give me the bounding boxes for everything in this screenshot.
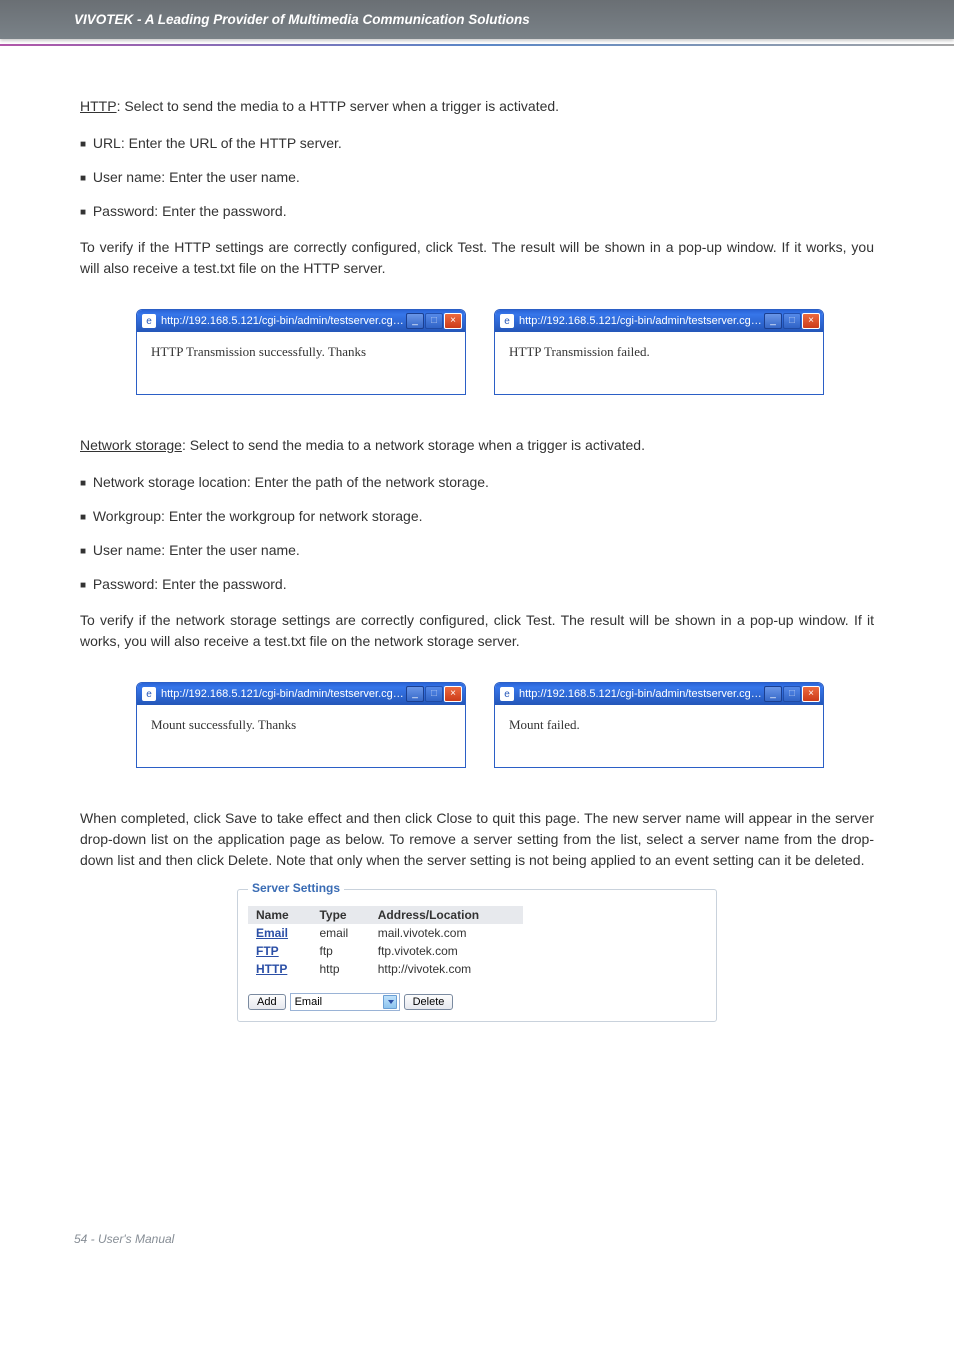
table-row: Email email mail.vivotek.com [248,924,523,942]
maximize-button[interactable]: □ [425,313,443,329]
http-success-window: e http://192.168.5.121/cgi-bin/admin/tes… [136,309,466,395]
window-titlebar[interactable]: e http://192.168.5.121/cgi-bin/admin/tes… [137,310,465,332]
http-pass-text: Password: Enter the password. [93,203,287,219]
close-button[interactable]: × [802,686,820,702]
page-footer: 54 - User's Manual [0,1222,954,1266]
ns-pass-text: Password: Enter the password. [93,576,287,592]
header-title: VIVOTEK - A Leading Provider of Multimed… [74,12,530,27]
maximize-button[interactable]: □ [425,686,443,702]
ns-wg-item: Workgroup: Enter the workgroup for netwo… [80,508,874,524]
save-paragraph: When completed, click Save to take effec… [80,808,874,871]
server-location: http://vivotek.com [370,960,523,978]
maximize-button[interactable]: □ [783,686,801,702]
ie-icon: e [500,687,514,701]
server-settings-legend: Server Settings [248,881,344,895]
http-popup-row: e http://192.168.5.121/cgi-bin/admin/tes… [80,297,874,407]
window-title: http://192.168.5.121/cgi-bin/admin/tests… [161,315,406,327]
ns-user-item: User name: Enter the user name. [80,542,874,558]
server-link-http[interactable]: HTTP [256,962,287,976]
window-body: Mount failed. [495,705,823,767]
maximize-button[interactable]: □ [783,313,801,329]
http-url-text: URL: Enter the URL of the HTTP server. [93,135,342,151]
ns-heading: Network storage [80,437,182,453]
minimize-button[interactable]: _ [406,686,424,702]
server-select-wrap: Email [290,992,400,1011]
window-title: http://192.168.5.121/cgi-bin/admin/tests… [519,315,764,327]
window-title: http://192.168.5.121/cgi-bin/admin/tests… [519,688,764,700]
http-heading: HTTP [80,98,117,114]
col-type: Type [311,906,369,924]
close-button[interactable]: × [444,686,462,702]
col-name: Name [248,906,311,924]
header-bar: VIVOTEK - A Leading Provider of Multimed… [0,0,954,39]
server-select[interactable]: Email [290,993,400,1011]
window-title: http://192.168.5.121/cgi-bin/admin/tests… [161,688,406,700]
http-user-text: User name: Enter the user name. [93,169,300,185]
window-body: HTTP Transmission successfully. Thanks [137,332,465,394]
server-type: http [311,960,369,978]
delete-button[interactable]: Delete [404,994,454,1010]
ns-verify: To verify if the network storage setting… [80,610,874,652]
ie-icon: e [142,314,156,328]
http-url-item: URL: Enter the URL of the HTTP server. [80,135,874,151]
server-type: email [311,924,369,942]
server-table: Name Type Address/Location Email email m… [248,906,523,978]
ns-wg-text: Workgroup: Enter the workgroup for netwo… [93,508,423,524]
ns-popup-row: e http://192.168.5.121/cgi-bin/admin/tes… [80,670,874,780]
page-content: HTTP: Select to send the media to a HTTP… [0,46,954,1022]
table-row: HTTP http http://vivotek.com [248,960,523,978]
ns-loc-item: Network storage location: Enter the path… [80,474,874,490]
http-fail-window: e http://192.168.5.121/cgi-bin/admin/tes… [494,309,824,395]
http-pass-item: Password: Enter the password. [80,203,874,219]
http-intro: HTTP: Select to send the media to a HTTP… [80,96,874,117]
ns-intro: Network storage: Select to send the medi… [80,435,874,456]
ns-loc-text: Network storage location: Enter the path… [93,474,489,490]
window-titlebar[interactable]: e http://192.168.5.121/cgi-bin/admin/tes… [495,683,823,705]
server-location: ftp.vivotek.com [370,942,523,960]
server-link-email[interactable]: Email [256,926,288,940]
http-heading-tail: : Select to send the media to a HTTP ser… [117,98,560,114]
window-body: HTTP Transmission failed. [495,332,823,394]
ie-icon: e [142,687,156,701]
ns-fail-window: e http://192.168.5.121/cgi-bin/admin/tes… [494,682,824,768]
server-link-ftp[interactable]: FTP [256,944,279,958]
window-titlebar[interactable]: e http://192.168.5.121/cgi-bin/admin/tes… [495,310,823,332]
minimize-button[interactable]: _ [406,313,424,329]
close-button[interactable]: × [444,313,462,329]
ns-heading-tail: : Select to send the media to a network … [182,437,645,453]
col-location: Address/Location [370,906,523,924]
server-location: mail.vivotek.com [370,924,523,942]
http-user-item: User name: Enter the user name. [80,169,874,185]
minimize-button[interactable]: _ [764,686,782,702]
ie-icon: e [500,314,514,328]
add-button[interactable]: Add [248,994,286,1010]
ns-success-window: e http://192.168.5.121/cgi-bin/admin/tes… [136,682,466,768]
ns-pass-item: Password: Enter the password. [80,576,874,592]
minimize-button[interactable]: _ [764,313,782,329]
close-button[interactable]: × [802,313,820,329]
server-settings-panel: Server Settings Name Type Address/Locati… [237,889,717,1022]
window-body: Mount successfully. Thanks [137,705,465,767]
window-titlebar[interactable]: e http://192.168.5.121/cgi-bin/admin/tes… [137,683,465,705]
ns-user-text: User name: Enter the user name. [93,542,300,558]
server-type: ftp [311,942,369,960]
table-row: FTP ftp ftp.vivotek.com [248,942,523,960]
http-verify: To verify if the HTTP settings are corre… [80,237,874,279]
